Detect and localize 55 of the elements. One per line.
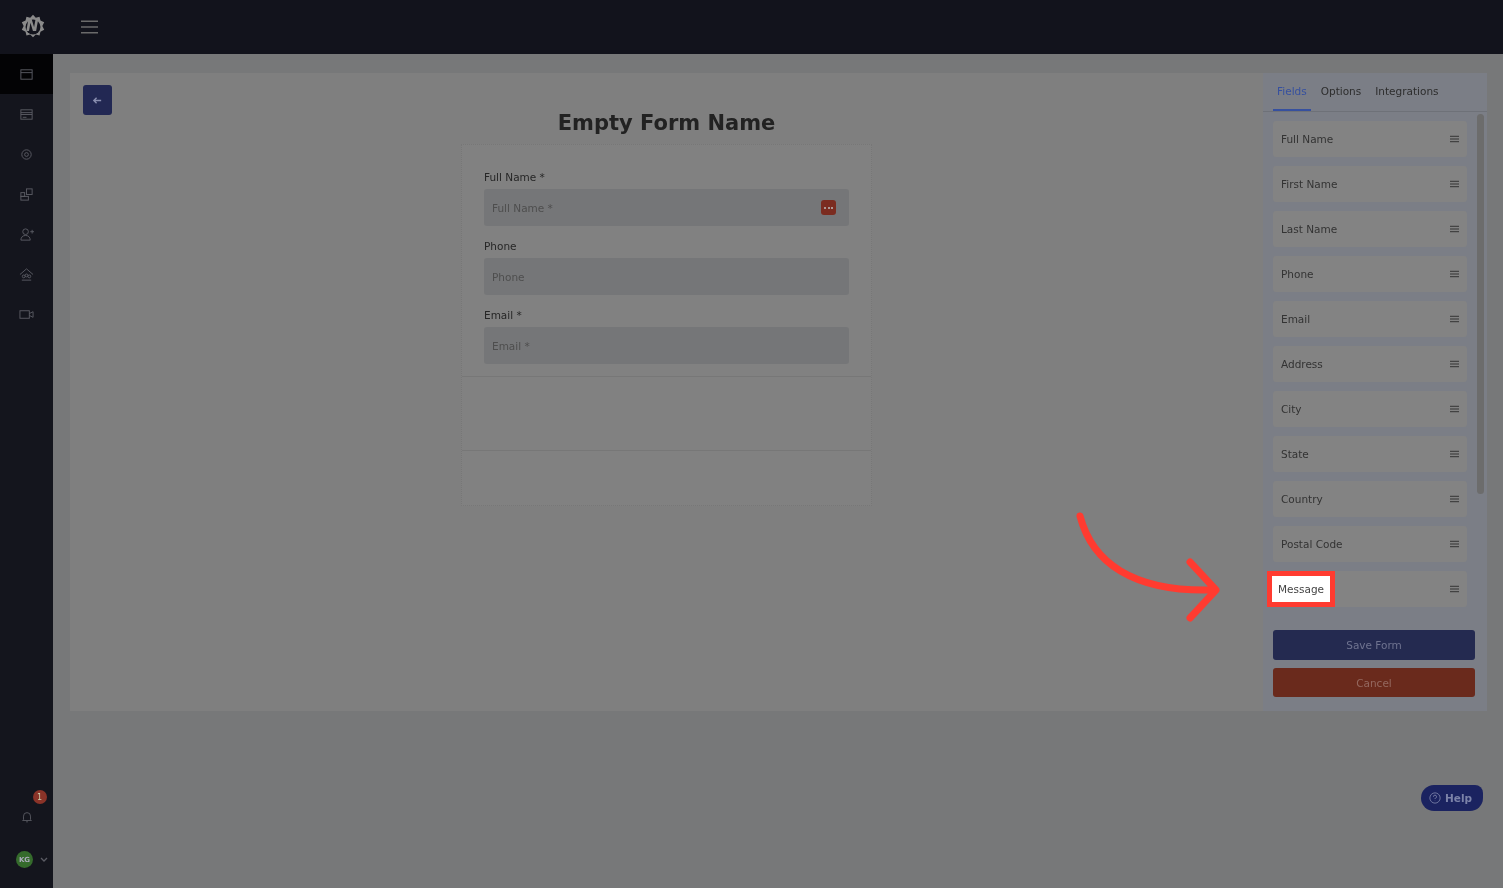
save-form-button[interactable]: Save Form — [1273, 630, 1475, 660]
field-item[interactable]: Country — [1273, 481, 1467, 517]
drag-handle-icon[interactable] — [1450, 225, 1459, 233]
drag-handle-icon[interactable] — [1450, 270, 1459, 278]
field-item[interactable]: Last Name — [1273, 211, 1467, 247]
field-label: Full Name * — [484, 171, 546, 183]
panel-tab[interactable]: Options — [1316, 73, 1366, 111]
drag-handle-icon[interactable] — [1450, 450, 1459, 458]
drag-handle-icon[interactable] — [1450, 495, 1459, 503]
drag-handle-icon[interactable] — [1450, 405, 1459, 413]
field-label: Email * — [484, 309, 523, 321]
drag-handle-icon[interactable] — [1450, 540, 1459, 548]
drag-handle-icon[interactable] — [1450, 360, 1459, 368]
field-item-label: Postal Code — [1281, 538, 1343, 550]
cancel-button[interactable]: Cancel — [1273, 668, 1475, 697]
field-item-label: Address — [1281, 358, 1323, 370]
autofill-icon[interactable] — [821, 200, 836, 215]
field-item-label: Phone — [1281, 268, 1314, 280]
field-item-label: City — [1281, 403, 1302, 415]
bell-icon[interactable] — [19, 810, 34, 824]
question-icon — [1428, 792, 1441, 804]
menu-icon[interactable] — [81, 20, 98, 34]
field-item-label: Country — [1281, 493, 1323, 505]
drag-handle-icon[interactable] — [1450, 315, 1459, 323]
field-item-label: Message — [1267, 571, 1336, 607]
field-label: Phone — [484, 240, 518, 252]
window-icon — [19, 66, 34, 82]
form-title: Empty Form Name — [557, 110, 776, 137]
scrollbar[interactable] — [1477, 114, 1484, 494]
field-item[interactable]: Full Name — [1273, 121, 1467, 157]
drag-handle-icon[interactable] — [1450, 180, 1459, 188]
card-icon — [19, 106, 34, 122]
field-item[interactable]: Phone — [1273, 256, 1467, 292]
sidebar-item[interactable] — [0, 54, 53, 94]
field-item[interactable]: Email — [1273, 301, 1467, 337]
field-item[interactable]: Postal Code — [1273, 526, 1467, 562]
panel-tab[interactable]: Fields — [1273, 73, 1311, 111]
field-item[interactable]: First Name — [1273, 166, 1467, 202]
field-item-label: Last Name — [1281, 223, 1338, 235]
field-item[interactable]: State — [1273, 436, 1467, 472]
drag-handle-icon[interactable] — [1450, 135, 1459, 143]
back-button[interactable] — [83, 85, 112, 115]
field-item-label: State — [1281, 448, 1309, 460]
group-icon — [19, 266, 34, 282]
field-item[interactable]: Address — [1273, 346, 1467, 382]
field-item[interactable]: City — [1273, 391, 1467, 427]
help-button[interactable]: Help — [1420, 785, 1483, 811]
drag-handle-icon[interactable] — [1450, 585, 1459, 593]
field-item-label: Email — [1281, 313, 1311, 325]
field-item-label: Full Name — [1281, 133, 1334, 145]
field-item-label: First Name — [1281, 178, 1338, 190]
user-add-icon — [19, 226, 34, 242]
notification-badge: 1 — [32, 790, 47, 804]
puzzle-icon — [19, 186, 34, 202]
panel-tab[interactable]: Integrations — [1371, 73, 1443, 111]
